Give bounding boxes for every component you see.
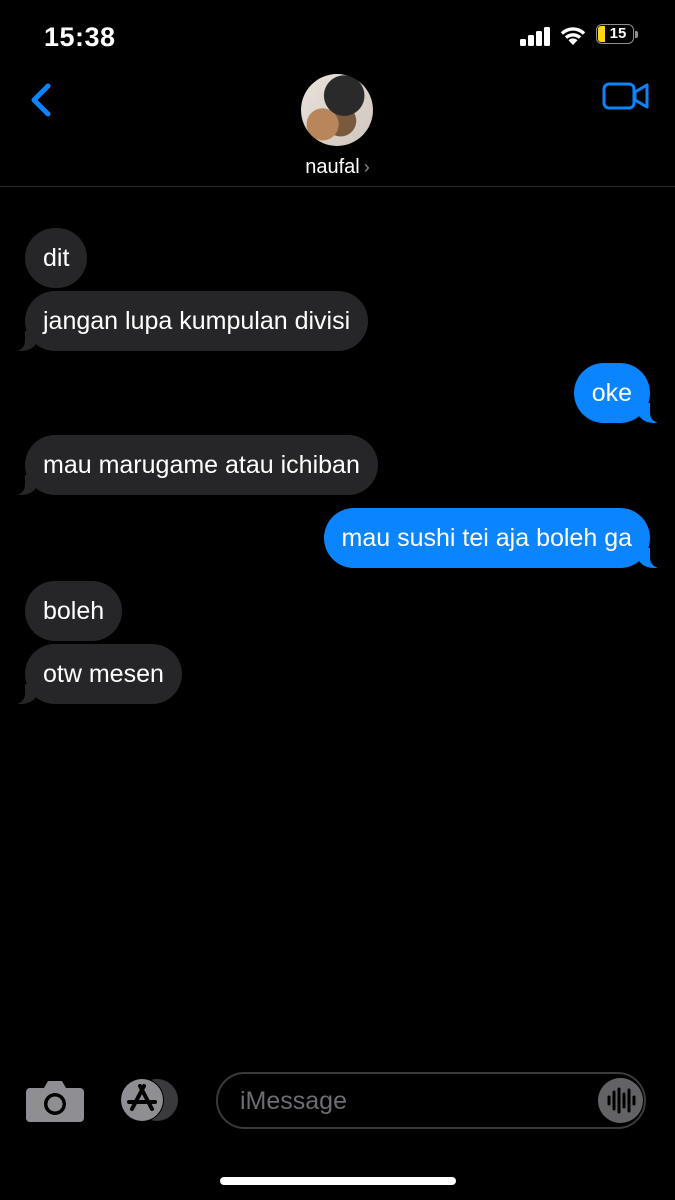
audio-message-button[interactable]: [598, 1078, 643, 1123]
message-input-container: [216, 1072, 646, 1129]
battery-icon: 15: [596, 24, 638, 46]
home-indicator[interactable]: [220, 1177, 456, 1185]
conversation-header: naufal ›: [0, 70, 675, 187]
contact-avatar[interactable]: [301, 74, 373, 146]
chevron-left-icon[interactable]: [22, 80, 62, 120]
message-bubble-received[interactable]: dit: [25, 228, 88, 288]
message-input[interactable]: [238, 1074, 592, 1129]
chevron-right-icon: ›: [363, 157, 370, 177]
wifi-icon: [560, 27, 586, 45]
message-bubble-received[interactable]: boleh: [25, 581, 123, 641]
message-bubble-sent[interactable]: mau sushi tei aja boleh ga: [323, 508, 661, 568]
battery-level: 15: [609, 25, 627, 42]
status-bar: 15:38 15: [0, 0, 675, 70]
contact-name-button[interactable]: naufal ›: [0, 156, 675, 179]
audio-waveform-icon: [607, 1087, 636, 1114]
message-bubble-received[interactable]: otw mesen: [15, 644, 182, 704]
camera-icon[interactable]: [26, 1078, 84, 1122]
message-bubble-received[interactable]: jangan lupa kumpulan divisi: [14, 291, 369, 351]
contact-name: naufal: [305, 156, 360, 178]
app-store-icon[interactable]: [118, 1077, 182, 1123]
cellular-signal-icon: [520, 26, 552, 46]
message-bubble-sent[interactable]: oke: [573, 363, 661, 423]
status-time: 15:38: [44, 22, 116, 52]
message-bubble-received[interactable]: mau marugame atau ichiban: [15, 435, 378, 495]
video-camera-icon[interactable]: [602, 78, 650, 112]
